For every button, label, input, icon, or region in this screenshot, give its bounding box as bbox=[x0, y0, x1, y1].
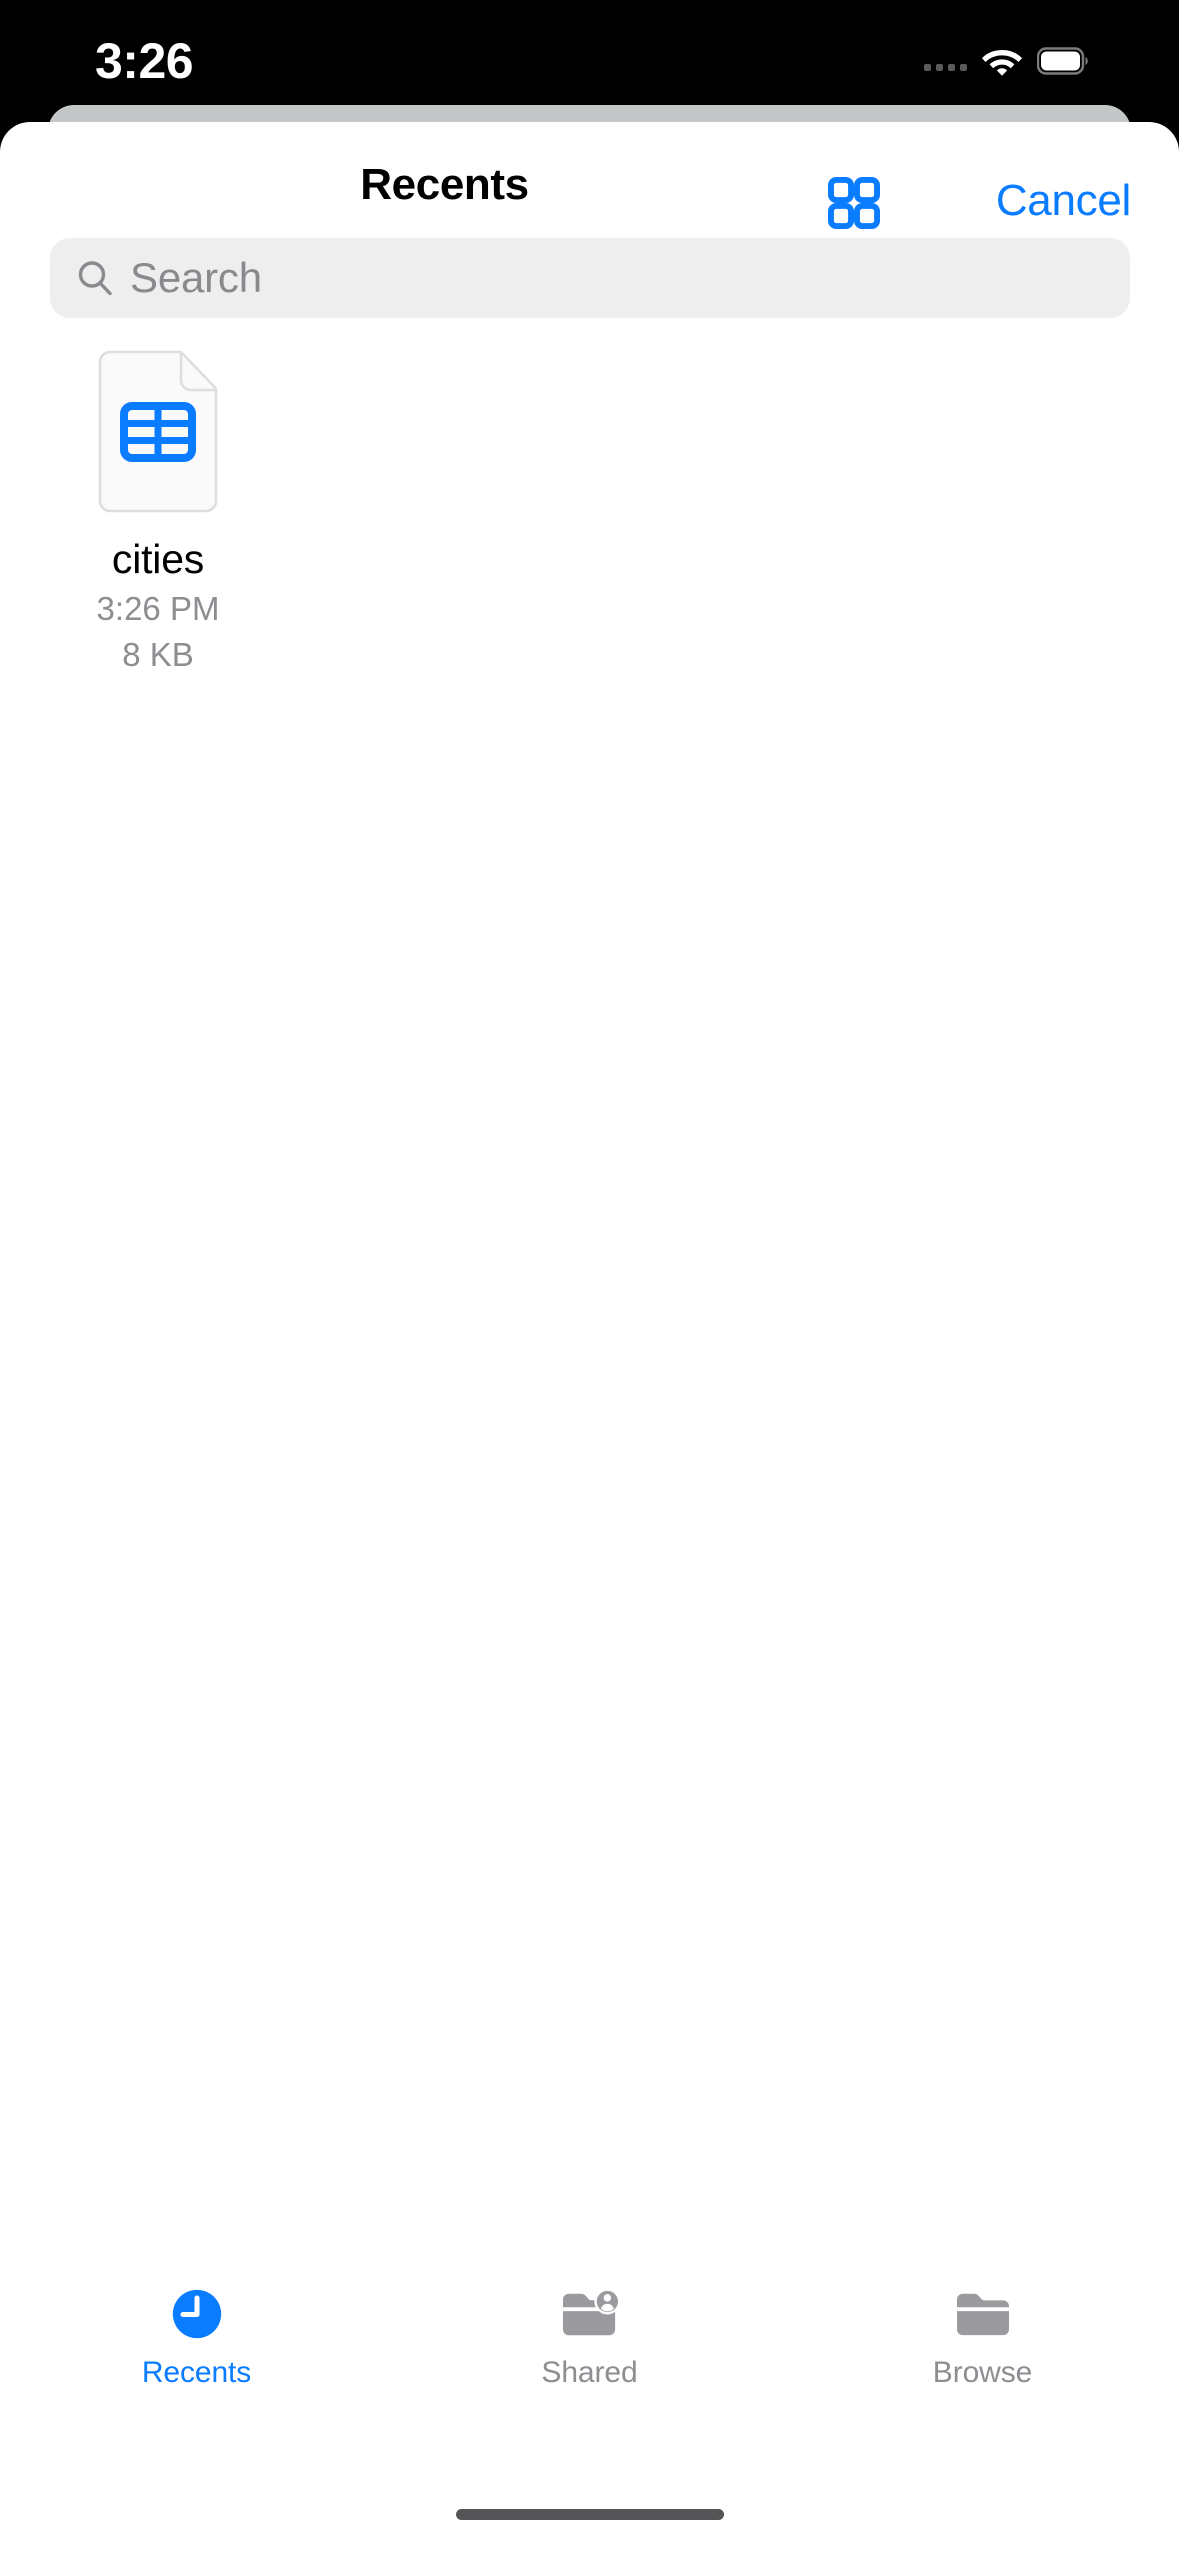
search-input[interactable]: Search bbox=[50, 238, 1130, 318]
grid-2x2-icon bbox=[828, 176, 880, 234]
file-name: cities bbox=[111, 536, 205, 582]
status-bar-time: 3:26 bbox=[95, 33, 194, 89]
tab-recents[interactable]: Recents bbox=[0, 2284, 393, 2390]
tab-browse[interactable]: Browse bbox=[786, 2284, 1179, 2390]
status-bar-indicators bbox=[924, 38, 1091, 84]
folder-person-icon bbox=[557, 2284, 623, 2344]
cellular-dots-icon bbox=[924, 51, 967, 71]
file-item-cities[interactable]: cities 3:26 PM 8 KB bbox=[50, 338, 266, 675]
document-picker-sheet: Recents Cancel Search cities 3:26 PM 8 K… bbox=[0, 122, 1179, 2556]
file-size: 8 KB bbox=[122, 636, 194, 673]
cancel-button[interactable]: Cancel bbox=[996, 176, 1131, 226]
tab-label-recents: Recents bbox=[141, 2356, 252, 2389]
search-icon bbox=[76, 259, 114, 297]
grid-view-toggle-button[interactable] bbox=[820, 174, 888, 236]
tab-label-shared: Shared bbox=[541, 2356, 638, 2389]
iphone-screen: 3:26 Recents Cancel Search cities 3:26 P… bbox=[0, 0, 1179, 2556]
csv-table-document-icon bbox=[97, 350, 219, 513]
file-time: 3:26 PM bbox=[96, 590, 220, 627]
file-grid: cities 3:26 PM 8 KB bbox=[50, 338, 1130, 675]
search-placeholder: Search bbox=[130, 254, 262, 301]
wifi-icon bbox=[981, 45, 1023, 77]
clock-fill-icon bbox=[164, 2284, 230, 2344]
status-bar: 3:26 bbox=[0, 0, 1179, 120]
home-indicator[interactable] bbox=[455, 2509, 724, 2520]
battery-icon bbox=[1036, 47, 1091, 75]
navigation-bar: Recents Cancel bbox=[0, 146, 1179, 242]
folder-icon bbox=[950, 2284, 1016, 2344]
tab-bar: Recents Shared Browse bbox=[0, 2278, 1179, 2428]
tab-label-browse: Browse bbox=[932, 2356, 1033, 2389]
tab-shared[interactable]: Shared bbox=[393, 2284, 786, 2390]
